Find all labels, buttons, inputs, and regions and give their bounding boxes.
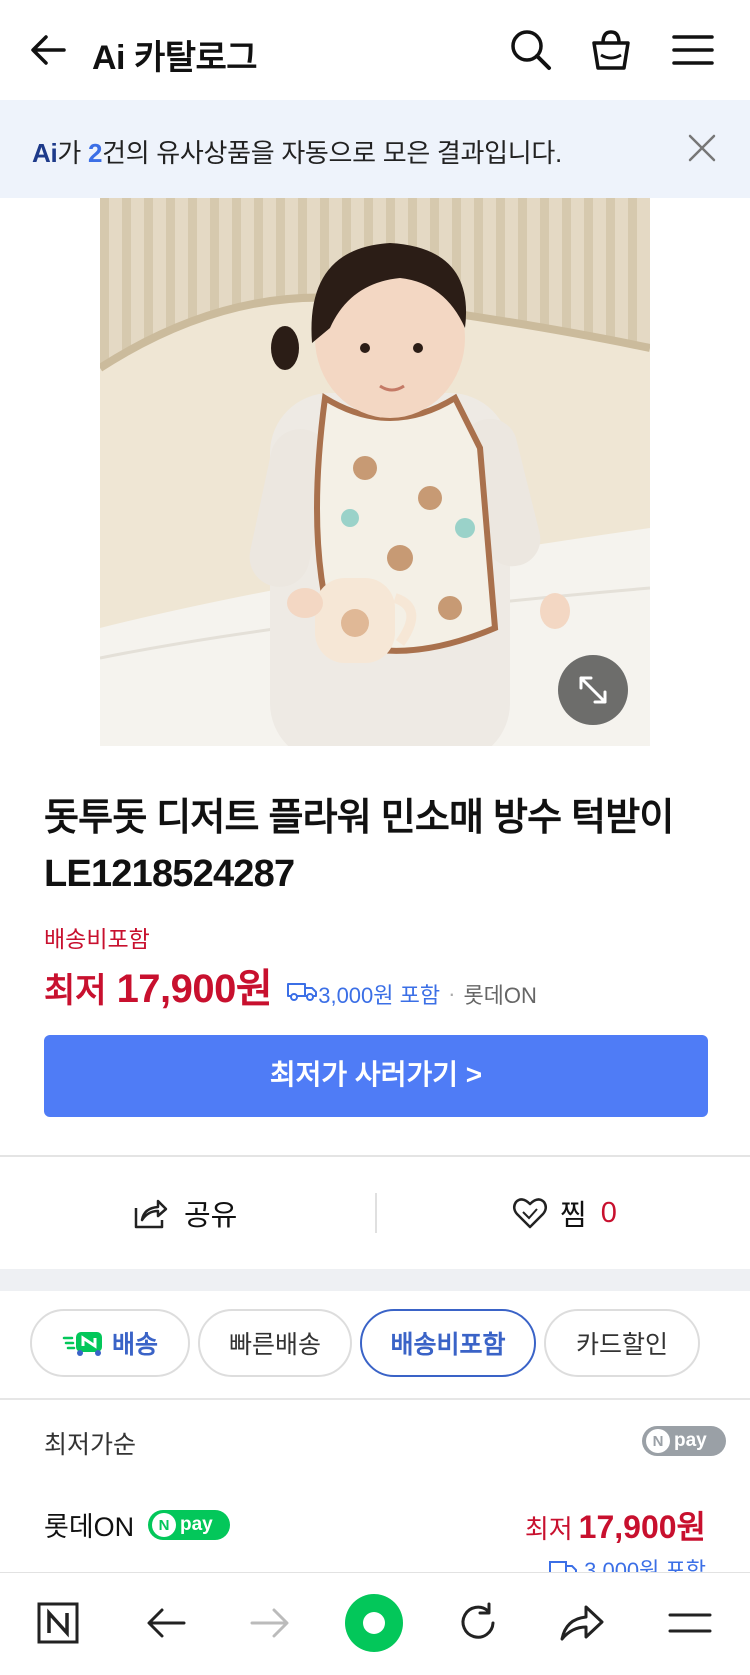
result-count: 2 [87, 138, 103, 168]
green-dot-button[interactable] [344, 1593, 404, 1653]
shipping-included-note: 배송비포함 [44, 926, 150, 952]
product-title: 돗투돗 디저트 플라워 민소매 방수 턱받이 LE1218524287 [44, 797, 674, 895]
buy-lowest-price-button[interactable]: 최저가 사러가기 > [44, 1035, 708, 1117]
mall-name: 롯데ON [463, 983, 537, 1008]
divider [375, 1193, 377, 1233]
share-arrow-icon[interactable] [552, 1593, 612, 1653]
browser-back-icon[interactable] [136, 1593, 196, 1653]
price-row: 최저 17,900원 3,000원 포함 · 롯데ON [44, 956, 537, 1011]
share-icon [132, 1196, 168, 1230]
menu-icon[interactable] [670, 27, 716, 73]
truck-icon [286, 980, 318, 1008]
ai-notice-text: Ai가 2건의 유사상품을 자동으로 모은 결과입니다. [32, 138, 562, 168]
shipping-info: 3,000원 포함 · 롯데ON [286, 978, 537, 1010]
sort-lowest-price[interactable]: 최저가순 [44, 1425, 136, 1461]
expand-image-button[interactable] [558, 655, 628, 725]
hamburger-menu-icon[interactable] [660, 1593, 720, 1653]
section-gap [0, 1269, 750, 1291]
filter-chip-label: 배송비포함 [390, 1331, 506, 1359]
seller-price: 최저 17,900원 [524, 1509, 706, 1545]
naver-home-icon[interactable] [28, 1593, 88, 1653]
close-icon[interactable] [684, 130, 720, 166]
shipping-fee: 3,000원 포함 [318, 983, 441, 1008]
share-label: 공유 [184, 1200, 238, 1232]
like-button[interactable]: 찜 0 [512, 1157, 617, 1269]
filter-chip-card-discount[interactable]: 카드할인 [544, 1309, 700, 1377]
npay-filter-badge[interactable]: N pay [642, 1426, 726, 1456]
like-count: 0 [600, 1196, 617, 1229]
search-icon[interactable] [508, 27, 554, 73]
top-bar: Ai 카탈로그 [0, 0, 750, 100]
page-title: Ai 카탈로그 [92, 39, 258, 77]
truck-icon [548, 1554, 578, 1573]
back-arrow-icon[interactable] [26, 28, 70, 72]
browser-forward-icon[interactable] [240, 1593, 300, 1653]
lowest-price-value: 17,900원 [116, 967, 273, 1011]
filter-chip-shipping-included[interactable]: 배송비포함 [360, 1309, 536, 1377]
ai-label: Ai [32, 138, 58, 168]
naver-n-icon: N [152, 1513, 176, 1537]
divider [0, 1398, 750, 1400]
naver-n-icon: N [646, 1429, 670, 1453]
seller-name: 롯데ON [44, 1512, 135, 1542]
n-delivery-icon [62, 1329, 106, 1357]
filter-chip-n-delivery[interactable]: 배송 [30, 1309, 190, 1377]
shopping-bag-icon[interactable] [588, 27, 634, 73]
action-bar: 공유 찜 0 [0, 1157, 750, 1269]
refresh-icon[interactable] [448, 1593, 508, 1653]
npay-badge: N pay [148, 1510, 230, 1540]
filter-chip-fast-delivery[interactable]: 빠른배송 [198, 1309, 352, 1377]
share-button[interactable]: 공유 [132, 1157, 237, 1269]
heart-icon [512, 1197, 548, 1229]
ai-notice-banner: Ai가 2건의 유사상품을 자동으로 모은 결과입니다. [0, 100, 750, 198]
filter-chip-row: 배송 빠른배송 배송비포함 카드할인 [0, 1291, 750, 1399]
filter-chip-label: 카드할인 [575, 1331, 668, 1359]
filter-chip-label: 빠른배송 [228, 1331, 321, 1359]
filter-chip-label: 배송 [111, 1331, 158, 1359]
like-label: 찜 [560, 1200, 587, 1232]
lowest-price-label: 최저 [44, 972, 107, 1010]
seller-shipping: 3,000원 포함 [548, 1553, 706, 1573]
browser-nav-bar [0, 1572, 750, 1675]
